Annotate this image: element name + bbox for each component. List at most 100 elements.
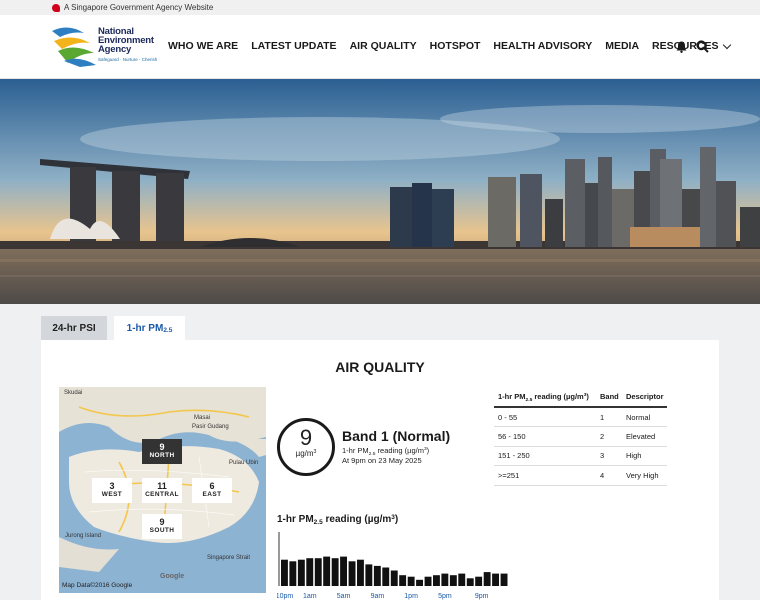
- row-band: 2: [596, 426, 622, 447]
- table-row: 151 - 250 3 High: [494, 446, 667, 466]
- region-west-value: 3: [109, 481, 115, 491]
- chart-bar[interactable]: [281, 559, 288, 586]
- region-central-label: CENTRAL: [145, 491, 179, 498]
- reading-value: 9: [299, 425, 313, 450]
- chart-tick-label: 5am: [337, 593, 351, 600]
- nav-air-quality[interactable]: AIR QUALITY: [350, 40, 417, 52]
- search-icon[interactable]: [696, 40, 709, 53]
- chart-bar[interactable]: [466, 578, 474, 586]
- chart-bar[interactable]: [433, 575, 440, 586]
- pm25-bar-chart[interactable]: 10pm 1am 5am 9am 1pm 5pm 9pm: [277, 528, 509, 600]
- region-north[interactable]: 9 NORTH: [142, 439, 182, 464]
- chart-bar[interactable]: [416, 579, 423, 586]
- google-logo: Google: [160, 573, 185, 580]
- region-map[interactable]: Skudai Masai Pasir Gudang Pulau Ubin Jur…: [59, 387, 266, 593]
- region-east-label: EAST: [202, 491, 222, 498]
- chart-tick-label: 1am: [303, 593, 317, 600]
- chart-tick-label: 5pm: [438, 593, 452, 600]
- reading-unit: µg/m3: [295, 449, 317, 458]
- chart-bar[interactable]: [441, 573, 449, 586]
- reading-time: At 9pm on 23 May 2025: [342, 456, 422, 465]
- row-range: 56 - 150: [494, 426, 596, 447]
- chart-bar[interactable]: [340, 556, 347, 586]
- table-row: >=251 4 Very High: [494, 465, 667, 486]
- chart-bar[interactable]: [306, 558, 314, 586]
- chart-bar[interactable]: [357, 559, 364, 586]
- logo-wordmark: National Environment Agency: [98, 27, 154, 55]
- reading-ring: 9 µg/m3: [277, 418, 335, 476]
- tab-1hr-pm25[interactable]: 1-hr PM 2.5: [114, 316, 185, 340]
- nav-hotspot[interactable]: HOTSPOT: [430, 40, 481, 52]
- hero-skyline-image: [0, 79, 760, 304]
- lion-head-icon: [52, 3, 60, 12]
- chart-tick-label: 9pm: [475, 593, 489, 600]
- chart-title: 1-hr PM2.5 reading (µg/m3): [277, 514, 399, 526]
- region-east-value: 6: [209, 481, 215, 491]
- row-descriptor: High: [622, 446, 667, 466]
- chart-bar[interactable]: [382, 567, 390, 587]
- chart-bar[interactable]: [399, 575, 407, 586]
- chart-bar[interactable]: [424, 576, 432, 586]
- chart-bar[interactable]: [297, 559, 305, 586]
- nav-media[interactable]: MEDIA: [605, 40, 639, 52]
- reading-subtitle: 1-hr PM2.5 reading (µg/m3): [342, 446, 430, 457]
- chevron-down-icon: [722, 40, 731, 49]
- gov-bar: A Singapore Government Agency Website: [0, 0, 760, 15]
- map-label-singapore-strait: Singapore Strait: [207, 555, 251, 561]
- nea-logo[interactable]: National Environment Agency Safeguard · …: [50, 25, 162, 69]
- tab-24hr-psi[interactable]: 24-hr PSI: [41, 316, 107, 340]
- chart-bar[interactable]: [492, 573, 499, 586]
- map-label-skudai: Skudai: [64, 390, 83, 396]
- chart-bar[interactable]: [314, 558, 322, 586]
- region-north-label: NORTH: [149, 452, 175, 459]
- region-central-value: 11: [157, 481, 167, 491]
- chart-bar[interactable]: [500, 573, 508, 586]
- chart-bar[interactable]: [458, 573, 466, 586]
- chart-bar[interactable]: [449, 575, 457, 586]
- nav-latest-update[interactable]: LATEST UPDATE: [251, 40, 336, 52]
- chart-tick-label: 10pm: [277, 593, 293, 600]
- row-range: >=251: [494, 465, 596, 486]
- region-south-value: 9: [159, 517, 165, 527]
- nav-health-advisory[interactable]: HEALTH ADVISORY: [493, 40, 592, 52]
- map-label-pulau-ubin: Pulau Ubin: [229, 460, 259, 466]
- chart-bar[interactable]: [373, 565, 381, 586]
- band-table: 1-hr PM2.5 reading (µg/m3) Band Descript…: [494, 387, 667, 486]
- region-east[interactable]: 6 EAST: [192, 478, 232, 503]
- chart-tick-label: 9am: [371, 593, 385, 600]
- chart-bar[interactable]: [348, 561, 356, 586]
- table-row: 56 - 150 2 Elevated: [494, 426, 667, 447]
- nav-who-we-are[interactable]: WHO WE ARE: [168, 40, 238, 52]
- region-north-value: 9: [159, 442, 165, 452]
- row-range: 0 - 55: [494, 407, 596, 427]
- map-label-masai: Masai: [194, 415, 211, 421]
- table-row: 0 - 55 1 Normal: [494, 407, 667, 427]
- row-range: 151 - 250: [494, 446, 596, 466]
- row-descriptor: Very High: [622, 465, 667, 486]
- chart-bar[interactable]: [323, 556, 331, 586]
- map-attribution[interactable]: Map Data©2016 Google: [62, 582, 132, 589]
- region-west[interactable]: 3 WEST: [92, 478, 132, 503]
- logo-tagline: Safeguard · Nurture · Cherish: [98, 57, 158, 62]
- nea-logo-icon: [52, 27, 96, 67]
- chart-bar[interactable]: [407, 576, 415, 586]
- region-central[interactable]: 11 CENTRAL: [142, 478, 182, 503]
- row-descriptor: Normal: [622, 407, 667, 427]
- chart-bar[interactable]: [390, 570, 398, 587]
- region-south[interactable]: 9 SOUTH: [142, 514, 182, 539]
- chart-bar[interactable]: [475, 576, 483, 586]
- chart-bar[interactable]: [483, 572, 491, 586]
- chart-bar[interactable]: [331, 558, 339, 586]
- col-descriptor: Descriptor: [622, 387, 667, 408]
- map-label-jurong-island: Jurong Island: [65, 533, 102, 539]
- chart-tick-label: 1pm: [404, 593, 418, 600]
- region-south-label: SOUTH: [149, 527, 175, 534]
- row-descriptor: Elevated: [622, 426, 667, 447]
- nav-resources[interactable]: RESOURCES: [652, 40, 731, 52]
- logo-line-3: Agency: [98, 44, 132, 55]
- chart-bar[interactable]: [289, 561, 297, 586]
- chart-bar[interactable]: [365, 564, 373, 586]
- bell-icon[interactable]: [676, 41, 687, 53]
- row-band: 4: [596, 465, 622, 486]
- site-header: National Environment Agency Safeguard · …: [0, 15, 760, 79]
